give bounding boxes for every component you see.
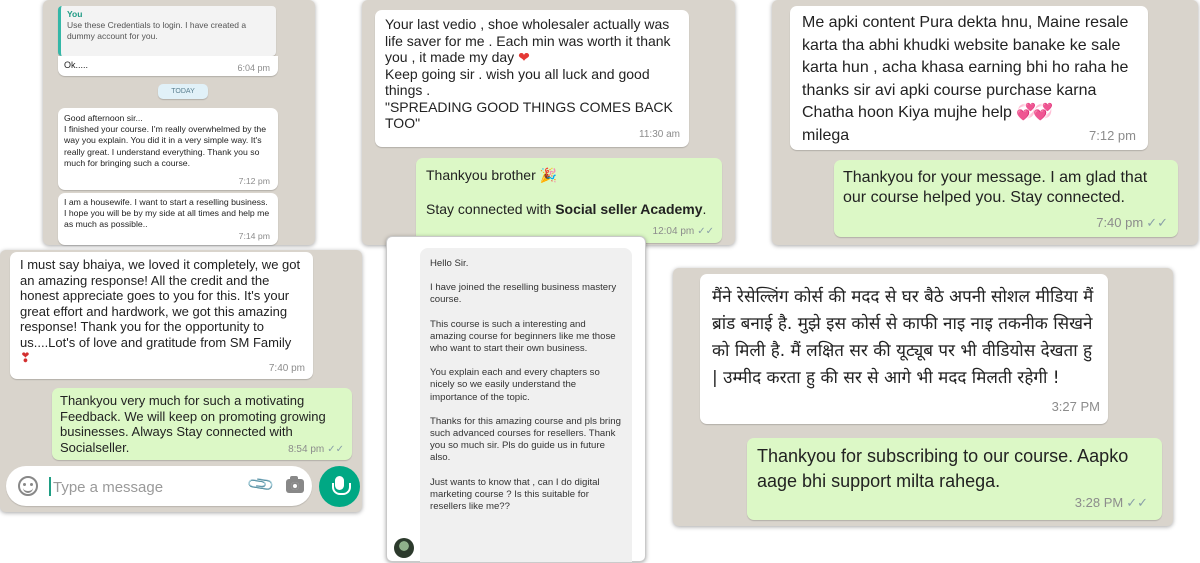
quoted-message[interactable]: You Use these Credentials to login. I ha… xyxy=(58,6,276,56)
message-input[interactable] xyxy=(53,477,233,497)
message-time: 6:04 pm xyxy=(237,63,270,73)
outgoing-message[interactable]: Thankyou brother 🎉 Stay connected with S… xyxy=(416,158,722,243)
mic-button[interactable] xyxy=(319,466,360,507)
brand-name: Social seller Academy xyxy=(555,201,703,217)
time-label: 3:28 PM xyxy=(1074,495,1124,510)
message-text: Me apki content Pura dekta hnu, Maine re… xyxy=(802,14,1129,121)
message-time: 7:12 pm xyxy=(1089,127,1136,143)
message-paragraph: Hello Sir. xyxy=(430,258,469,269)
message-paragraph: Just wants to know that , can I do digit… xyxy=(430,476,600,513)
quote-text: Use these Credentials to login. I have c… xyxy=(67,20,247,41)
avatar[interactable] xyxy=(394,538,414,558)
read-ticks-icon: ✓✓ xyxy=(1146,215,1168,230)
message-text: . xyxy=(702,201,707,217)
read-ticks-icon: ✓✓ xyxy=(697,226,714,237)
read-ticks-icon: ✓✓ xyxy=(1126,495,1148,510)
party-popper-icon: 🎉 xyxy=(539,167,558,183)
incoming-message[interactable]: I must say bhaiya, we loved it completel… xyxy=(10,252,313,379)
camera-icon[interactable] xyxy=(286,476,304,493)
outgoing-message[interactable]: Thankyou very much for such a motivating… xyxy=(52,388,352,460)
time-label: 8:54 pm xyxy=(288,443,325,455)
message-text: Thankyou brother xyxy=(426,167,536,183)
message-time: 7:14 pm xyxy=(238,230,270,241)
message-text: Ok..... xyxy=(64,60,89,70)
date-separator: TODAY xyxy=(158,84,208,99)
message-time: 7:40 pm xyxy=(268,362,305,374)
message-time: 3:27 PM xyxy=(1051,399,1100,414)
message-time: 11:30 am xyxy=(639,128,680,140)
time-label: 12:04 pm xyxy=(652,226,695,237)
incoming-message[interactable]: Good afternoon sir... I finished your co… xyxy=(58,108,278,190)
quote-author: You xyxy=(67,9,83,19)
message-composer: 📎 xyxy=(6,466,312,506)
message-text: Thankyou for subscribing to our course. … xyxy=(757,446,1129,491)
message-text: Thankyou for your message. I am glad tha… xyxy=(843,169,1148,206)
message-time: 8:54 pm ✓✓ xyxy=(288,442,344,458)
read-ticks-icon: ✓✓ xyxy=(327,443,344,455)
message-text: मैंने रेसेल्लिंग कोर्स की मदद से घर बैठे… xyxy=(712,287,1094,388)
message-time: 12:04 pm ✓✓ xyxy=(653,223,714,240)
message-time: 3:28 PM ✓✓ xyxy=(1075,490,1148,515)
outgoing-message[interactable]: Ok..... 6:04 pm xyxy=(58,56,278,76)
message-text: I must say bhaiya, we loved it completel… xyxy=(20,257,301,350)
time-label: 7:40 pm xyxy=(1096,215,1144,230)
message-time: 7:40 pm ✓✓ xyxy=(1096,213,1168,233)
message-time: 7:12 pm xyxy=(238,175,270,186)
message-text: I am a housewife. I want to start a rese… xyxy=(64,197,270,230)
heart-exclamation-icon: ❣ xyxy=(20,350,31,365)
message-paragraph: This course is such a interesting and am… xyxy=(430,318,616,355)
message-text: Good afternoon sir... I finished your co… xyxy=(64,113,267,168)
outgoing-message[interactable]: Thankyou for your message. I am glad tha… xyxy=(834,160,1178,237)
attach-icon[interactable]: 📎 xyxy=(245,470,276,500)
message-text: Thankyou very much for such a motivating… xyxy=(60,393,326,455)
incoming-message[interactable]: Me apki content Pura dekta hnu, Maine re… xyxy=(790,6,1148,150)
hearts-emoji-icon: 💞💞 xyxy=(1016,104,1053,121)
text-caret xyxy=(49,477,51,496)
incoming-message[interactable]: Your last vedio , shoe wholesaler actual… xyxy=(375,10,689,147)
message-text: Stay connected with xyxy=(426,201,556,217)
heart-emoji-icon: ❤ xyxy=(518,49,530,65)
message-paragraph: Thanks for this amazing course and pls b… xyxy=(430,415,621,464)
outgoing-message[interactable]: Thankyou for subscribing to our course. … xyxy=(747,438,1162,520)
incoming-message[interactable]: मैंने रेसेल्लिंग कोर्स की मदद से घर बैठे… xyxy=(700,274,1108,424)
message-text: Keep going sir . wish you all luck and g… xyxy=(385,65,673,132)
message-text: milega xyxy=(802,126,850,144)
incoming-message[interactable]: I am a housewife. I want to start a rese… xyxy=(58,193,278,245)
incoming-message[interactable]: Hello Sir. I have joined the reselling b… xyxy=(420,248,632,562)
message-paragraph: I have joined the reselling business mas… xyxy=(430,282,617,306)
message-paragraph: You explain each and every chapters so n… xyxy=(430,367,600,403)
emoji-icon[interactable] xyxy=(18,476,38,496)
